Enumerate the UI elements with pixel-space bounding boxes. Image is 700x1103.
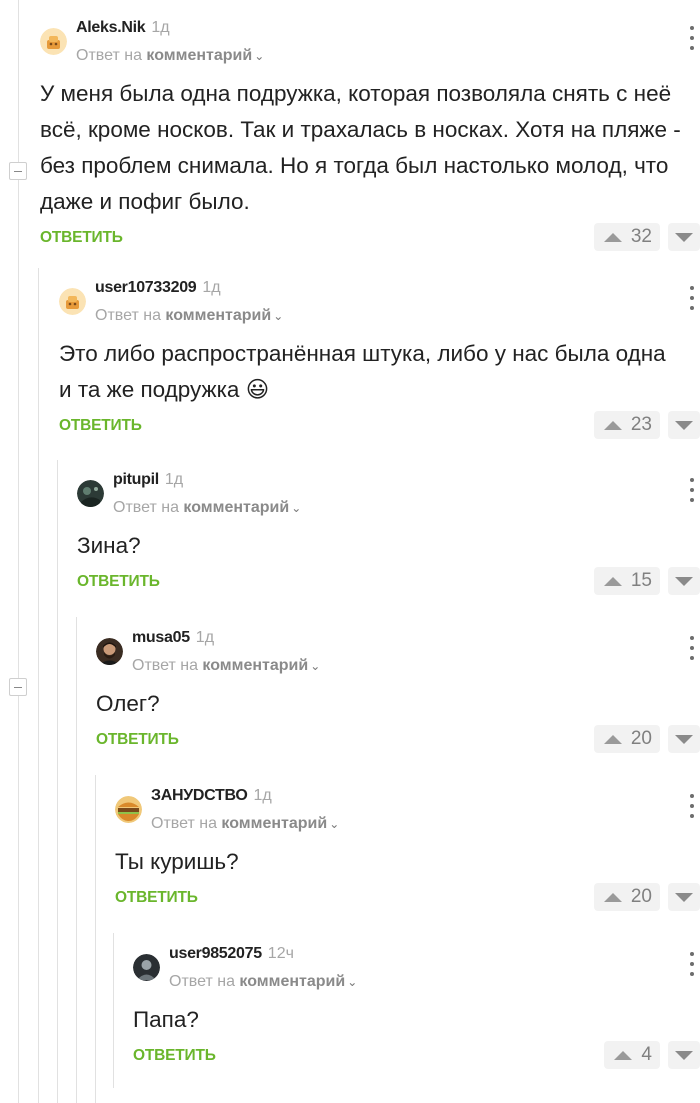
avatar[interactable] xyxy=(77,480,104,507)
avatar[interactable] xyxy=(133,954,160,981)
avatar[interactable] xyxy=(40,28,67,55)
vote-count: 20 xyxy=(630,886,652,907)
reply-button[interactable]: ОТВЕТИТЬ xyxy=(133,1046,216,1066)
comment: musa05 1д Ответ на комментарий ⌄ Олег? ОТВ… xyxy=(96,628,700,762)
author-name[interactable]: musa05 1д xyxy=(132,628,214,648)
reply-to-link[interactable]: Ответ на комментарий ⌄ xyxy=(76,46,264,66)
vote-count: 20 xyxy=(630,728,652,749)
avatar[interactable] xyxy=(59,288,86,315)
chevron-down-icon: ⌄ xyxy=(310,659,321,673)
reply-button[interactable]: ОТВЕТИТЬ xyxy=(115,888,198,908)
collapse-thread-button[interactable] xyxy=(9,162,27,180)
more-options-icon[interactable] xyxy=(686,478,698,502)
comment: ЗАНУDСТВО 1д Ответ на комментарий ⌄ Ты кур… xyxy=(115,786,700,920)
more-options-icon[interactable] xyxy=(686,26,698,50)
chevron-down-icon: ⌄ xyxy=(347,975,358,989)
thread-line-level-4 xyxy=(95,775,96,1103)
downvote-button[interactable] xyxy=(668,411,700,439)
upvote-button[interactable]: 23 xyxy=(593,411,660,439)
thread-line-level-1 xyxy=(38,268,39,1103)
comment-text: У меня была одна подружка, которая позво… xyxy=(40,81,681,214)
arrow-up-icon xyxy=(603,734,622,744)
arrow-up-icon xyxy=(603,420,622,430)
more-options-icon[interactable] xyxy=(686,952,698,976)
arrow-down-icon xyxy=(675,892,693,902)
avatar[interactable] xyxy=(115,796,142,823)
upvote-button[interactable]: 20 xyxy=(593,725,660,753)
reply-to-link[interactable]: Ответ на комментарий ⌄ xyxy=(113,498,301,518)
comment-text: Олег? xyxy=(96,691,160,716)
comment-time: 1д xyxy=(151,19,170,36)
comment-time: 1д xyxy=(164,471,184,488)
arrow-up-icon xyxy=(603,576,622,586)
downvote-button[interactable] xyxy=(668,223,700,251)
downvote-button[interactable] xyxy=(668,567,700,595)
downvote-button[interactable] xyxy=(668,883,700,911)
chevron-down-icon: ⌄ xyxy=(291,501,302,515)
upvote-button[interactable]: 20 xyxy=(593,883,660,911)
reply-button[interactable]: ОТВЕТИТЬ xyxy=(96,730,179,750)
comment-text: Это либо распространённая штука, либо у … xyxy=(59,341,666,402)
more-options-icon[interactable] xyxy=(686,636,698,660)
more-options-icon[interactable] xyxy=(686,794,698,818)
arrow-down-icon xyxy=(675,420,693,430)
arrow-down-icon xyxy=(675,232,693,242)
downvote-button[interactable] xyxy=(668,725,700,753)
downvote-button[interactable] xyxy=(668,1041,700,1069)
comment: Aleks.Nik 1д Ответ на комментарий ⌄ У меня… xyxy=(40,18,700,260)
comment-text: Ты куришь? xyxy=(115,849,239,874)
comment-time: 1д xyxy=(253,787,272,804)
chevron-down-icon: ⌄ xyxy=(254,49,265,63)
arrow-down-icon xyxy=(675,576,693,586)
reply-to-link[interactable]: Ответ на комментарий ⌄ xyxy=(132,656,320,676)
arrow-down-icon xyxy=(675,1050,693,1060)
reply-to-link[interactable]: Ответ на комментарий ⌄ xyxy=(169,972,357,992)
reply-to-link[interactable]: Ответ на комментарий ⌄ xyxy=(95,306,283,326)
avatar[interactable] xyxy=(96,638,123,665)
comment: pitupil 1д Ответ на комментарий ⌄ Зина? ОТ… xyxy=(77,470,700,604)
arrow-up-icon xyxy=(614,1050,633,1060)
arrow-up-icon xyxy=(603,232,622,242)
upvote-button[interactable]: 15 xyxy=(593,567,660,595)
author-name[interactable]: pitupil 1д xyxy=(113,470,183,490)
comment-time: 1д xyxy=(195,629,215,646)
author-name[interactable]: Aleks.Nik 1д xyxy=(76,18,170,38)
comment-text: Папа? xyxy=(133,1007,199,1032)
thread-line-level-2 xyxy=(57,460,58,1103)
comment: user10733209 1д Ответ на комментарий ⌄ Это… xyxy=(59,278,700,448)
comment-time: 12ч xyxy=(267,945,294,962)
reply-button[interactable]: ОТВЕТИТЬ xyxy=(40,228,123,248)
reply-button[interactable]: ОТВЕТИТЬ xyxy=(59,416,142,436)
collapse-thread-button[interactable] xyxy=(9,678,27,696)
author-name[interactable]: ЗАНУDСТВО 1д xyxy=(151,786,272,806)
comment-time: 1д xyxy=(202,279,221,296)
comment: user9852075 12ч Ответ на комментарий ⌄ Пап… xyxy=(133,944,700,1078)
thread-line-level-5 xyxy=(113,933,114,1088)
more-options-icon[interactable] xyxy=(686,286,698,310)
arrow-down-icon xyxy=(675,734,693,744)
vote-count: 15 xyxy=(630,570,652,591)
chevron-down-icon: ⌄ xyxy=(329,817,340,831)
arrow-up-icon xyxy=(603,892,622,902)
reply-button[interactable]: ОТВЕТИТЬ xyxy=(77,572,160,592)
thread-line-level-3 xyxy=(76,617,77,1103)
comment-text: Зина? xyxy=(77,533,141,558)
vote-count: 4 xyxy=(641,1044,652,1065)
upvote-button[interactable]: 4 xyxy=(604,1041,660,1069)
reply-to-link[interactable]: Ответ на комментарий ⌄ xyxy=(151,814,339,834)
vote-count: 32 xyxy=(630,226,652,247)
author-name[interactable]: user9852075 12ч xyxy=(169,944,294,964)
vote-count: 23 xyxy=(630,414,652,435)
chevron-down-icon: ⌄ xyxy=(273,309,284,323)
upvote-button[interactable]: 32 xyxy=(593,223,660,251)
author-name[interactable]: user10733209 1д xyxy=(95,278,221,298)
